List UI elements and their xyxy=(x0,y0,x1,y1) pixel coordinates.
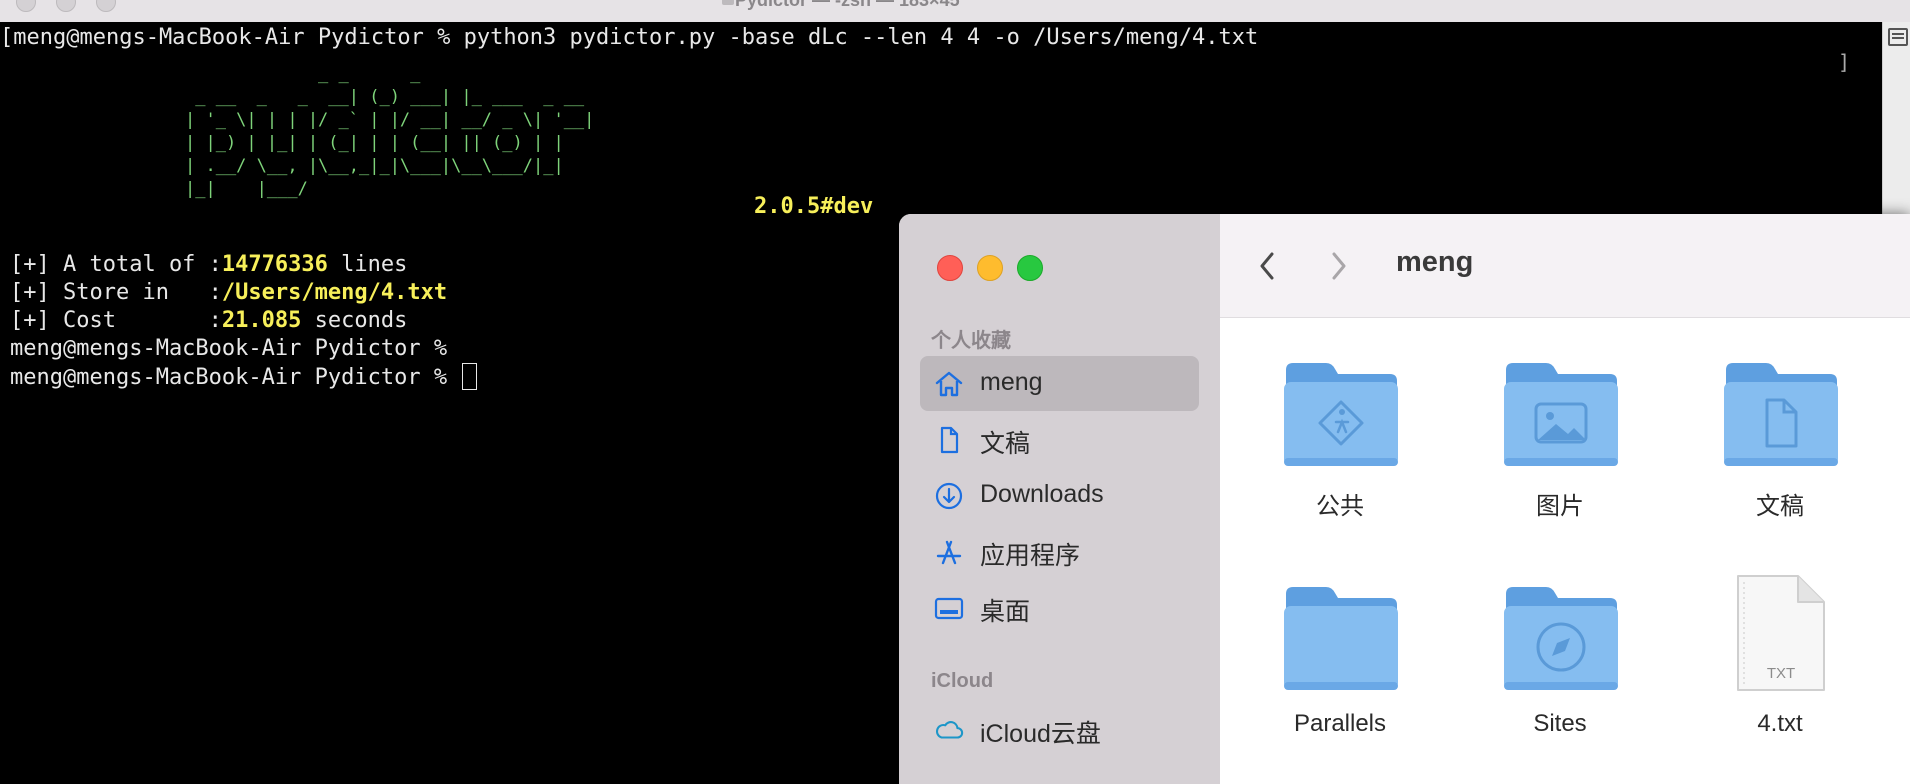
sidebar-item-label: 应用程序 xyxy=(980,542,1081,570)
public-folder-icon xyxy=(1284,363,1398,466)
pydictor-ascii-banner: _ _ _ _ __ _ _ __| (_) ___| |_ ___ _ __ … xyxy=(185,64,595,199)
terminal-window-title: Pydictor — -zsh — 183×45 xyxy=(735,0,960,10)
home-icon xyxy=(935,371,963,397)
cloud-icon xyxy=(935,721,964,739)
grid-item-parallels[interactable]: Parallels xyxy=(1250,584,1430,764)
applications-icon xyxy=(936,540,962,565)
document-icon xyxy=(940,426,959,454)
text-cursor xyxy=(462,363,478,390)
sidebar-item-downloads[interactable]: Downloads xyxy=(920,468,1199,523)
cost-value: 21.085 xyxy=(221,308,302,333)
store-label: [+] Store in : xyxy=(10,280,222,305)
pictures-folder-icon xyxy=(1504,363,1618,466)
sidebar-item-label: 桌面 xyxy=(980,598,1031,626)
grid-item-4txt[interactable]: TXT 4.txt xyxy=(1690,572,1870,752)
total-label: [+] A total of : xyxy=(10,252,222,277)
total-value: 14776336 xyxy=(221,252,328,277)
grid-item-label: 图片 xyxy=(1536,493,1584,520)
terminal-close-button[interactable] xyxy=(16,0,36,12)
forward-button[interactable] xyxy=(1320,246,1356,286)
folder-icon xyxy=(1284,587,1398,690)
store-value: /Users/meng/4.txt xyxy=(221,280,448,305)
cost-unit: seconds xyxy=(301,308,408,333)
sidebar-item-documents[interactable]: 文稿 xyxy=(920,412,1199,467)
cost-label: [+] Cost : xyxy=(10,308,222,333)
zoom-button[interactable] xyxy=(1017,255,1043,281)
documents-folder-icon xyxy=(1724,363,1838,466)
shell-prompt-active[interactable]: meng@mengs-MacBook-Air Pydictor % xyxy=(10,363,478,391)
total-unit: lines xyxy=(327,252,408,277)
terminal-minimize-button[interactable] xyxy=(56,0,76,12)
grid-item-sites[interactable]: Sites xyxy=(1470,584,1650,764)
sidebar-item-label: 文稿 xyxy=(980,430,1031,458)
shell-prompt: meng@mengs-MacBook-Air Pydictor % xyxy=(10,336,461,361)
sidebar-item-desktop[interactable]: 桌面 xyxy=(920,580,1199,635)
grid-item-label: Sites xyxy=(1533,710,1587,737)
sidebar-item-label: meng xyxy=(980,368,1043,396)
favorites-section-title: 个人收藏 xyxy=(931,330,1011,352)
finder-window[interactable]: 个人收藏 meng 文稿 Downloads 应用程序 桌面 iCloud iC… xyxy=(899,214,1910,784)
sidebar-item-meng[interactable]: meng xyxy=(920,356,1199,411)
grid-item-label: Parallels xyxy=(1293,710,1387,737)
terminal-title-bar: Pydictor — -zsh — 183×45 xyxy=(0,0,1910,23)
store-path-output: [+] Store in :/Users/meng/4.txt xyxy=(10,279,447,307)
grid-item-label: 公共 xyxy=(1316,493,1364,520)
back-button[interactable] xyxy=(1250,246,1286,286)
grid-item-documents[interactable]: 文稿 xyxy=(1690,360,1870,540)
txt-file-icon: TXT xyxy=(1737,575,1825,691)
command-line: [meng@mengs-MacBook-Air Pydictor % pytho… xyxy=(0,25,1259,50)
grid-item-label: 4.txt xyxy=(1757,710,1803,737)
minimize-button[interactable] xyxy=(977,255,1003,281)
total-lines-output: [+] A total of :14776336 lines xyxy=(10,251,407,279)
download-icon xyxy=(935,482,963,510)
grid-item-public[interactable]: 公共 xyxy=(1250,360,1430,540)
close-button[interactable] xyxy=(937,255,963,281)
desktop-icon xyxy=(934,597,964,620)
finder-toolbar: meng xyxy=(1220,214,1910,318)
terminal-zoom-button[interactable] xyxy=(96,0,116,12)
terminal-right-bracket: ] xyxy=(1837,50,1850,74)
sidebar-item-label: Downloads xyxy=(980,480,1104,508)
sidebar-item-label: iCloud云盘 xyxy=(980,720,1101,748)
finder-sidebar: 个人收藏 meng 文稿 Downloads 应用程序 桌面 iCloud iC… xyxy=(899,214,1221,784)
sidebar-item-applications[interactable]: 应用程序 xyxy=(920,524,1199,579)
cost-output: [+] Cost :21.085 seconds xyxy=(10,307,407,335)
pydictor-version: 2.0.5#dev xyxy=(754,194,874,219)
sites-folder-icon xyxy=(1504,587,1618,690)
finder-main-pane: meng 公共 图片 文稿 Parallels Sites TXT 4.txt xyxy=(1220,214,1910,784)
txt-badge: TXT xyxy=(1767,665,1795,682)
icloud-section-title: iCloud xyxy=(931,670,994,692)
grid-item-label: 文稿 xyxy=(1756,493,1804,520)
finder-folder-title: meng xyxy=(1396,246,1474,278)
prompt-text: meng@mengs-MacBook-Air Pydictor % xyxy=(10,365,461,390)
folder-icon xyxy=(722,0,734,5)
grid-item-pictures[interactable]: 图片 xyxy=(1470,360,1650,540)
sidebar-item-icloud-drive[interactable]: iCloud云盘 xyxy=(920,702,1199,757)
sidebar-toggle-icon[interactable] xyxy=(1888,28,1908,46)
